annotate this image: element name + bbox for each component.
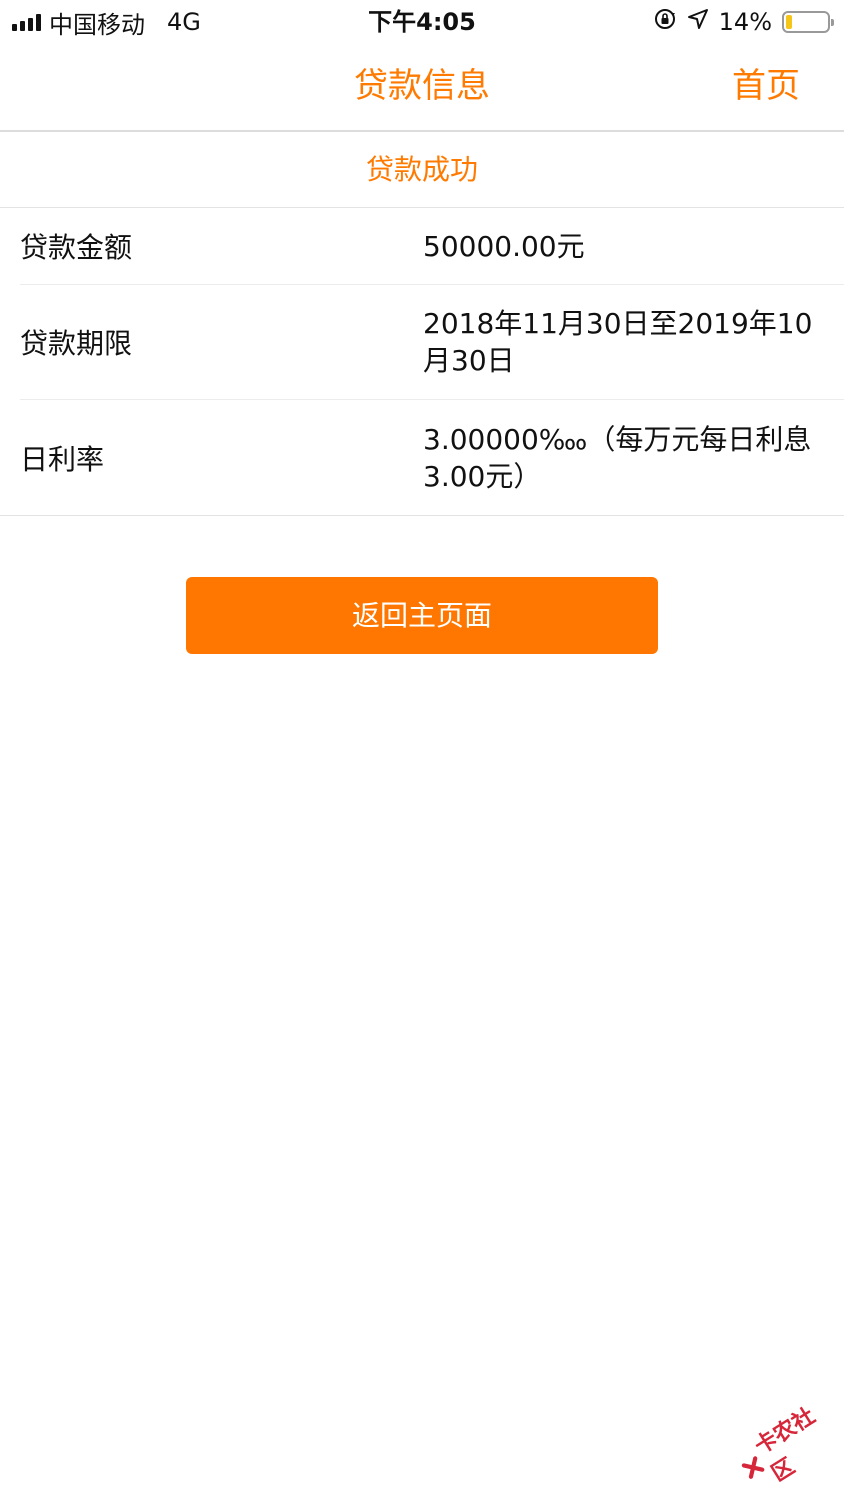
daily-rate-value: 3.00000‱（每万元每日利息3.00元）: [423, 421, 844, 495]
loan-amount-label: 贷款金额: [20, 226, 423, 266]
daily-rate-label: 日利率: [20, 438, 423, 478]
watermark-logo: 卡农社区: [727, 1392, 844, 1502]
list-item-loan-term: 贷款期限 2018年11月30日至2019年10月30日: [20, 285, 844, 400]
list-item-loan-amount: 贷款金额 50000.00元: [20, 208, 844, 285]
battery-level: [786, 15, 792, 29]
loan-amount-value: 50000.00元: [423, 228, 844, 265]
loan-term-label: 贷款期限: [20, 322, 423, 362]
return-home-button[interactable]: 返回主页面: [186, 577, 658, 654]
list-item-daily-rate: 日利率 3.00000‱（每万元每日利息3.00元）: [20, 400, 844, 515]
rotation-lock-icon: [653, 7, 677, 37]
location-arrow-icon: [687, 8, 709, 36]
status-bar: 中国移动 4G 下午4:05 14%: [0, 0, 844, 44]
nav-bar: 贷款信息 首页: [0, 44, 844, 132]
status-right: 14%: [653, 6, 830, 38]
battery-icon: [782, 11, 830, 33]
home-link[interactable]: 首页: [732, 44, 800, 128]
loan-success-banner: 贷款成功: [0, 132, 844, 208]
page-title: 贷款信息: [0, 44, 844, 128]
battery-percent: 14%: [719, 8, 772, 36]
loan-term-value: 2018年11月30日至2019年10月30日: [423, 305, 844, 379]
loan-info-list: 贷款金额 50000.00元 贷款期限 2018年11月30日至2019年10月…: [0, 208, 844, 516]
